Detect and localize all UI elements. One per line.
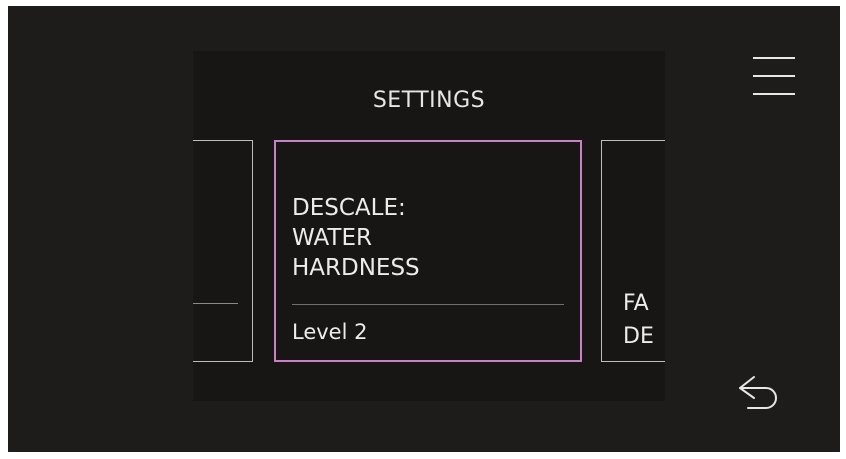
setting-card-next[interactable]: FA DE bbox=[601, 140, 665, 362]
back-button[interactable] bbox=[736, 374, 784, 412]
settings-panel: SETTINGS DESCALE: WATER HARDNESS Level 2… bbox=[193, 51, 665, 401]
setting-name-partial: FA DE bbox=[623, 291, 654, 349]
back-arrow-icon bbox=[739, 376, 777, 409]
setting-card-previous[interactable] bbox=[193, 140, 253, 362]
page-title: SETTINGS bbox=[372, 88, 486, 113]
card-divider bbox=[292, 304, 564, 305]
setting-value: Level 2 bbox=[292, 320, 368, 344]
setting-name: DESCALE: WATER HARDNESS bbox=[292, 195, 420, 281]
device-screen: SETTINGS DESCALE: WATER HARDNESS Level 2… bbox=[8, 6, 840, 452]
setting-card-descale-water-hardness[interactable]: DESCALE: WATER HARDNESS Level 2 bbox=[274, 140, 582, 362]
card-divider bbox=[193, 303, 238, 304]
menu-button[interactable] bbox=[753, 57, 795, 97]
